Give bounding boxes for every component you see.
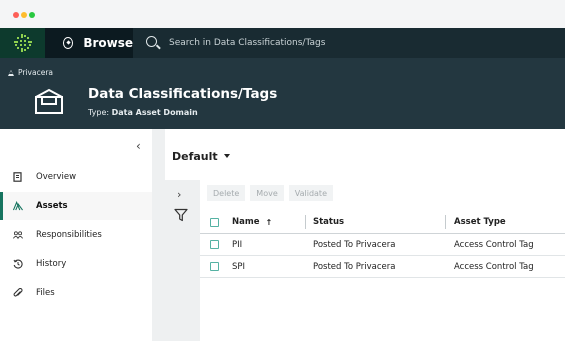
sidebar-item-responsibilities[interactable]: Responsibilities [0,221,152,249]
sidebar-item-label: Assets [36,201,68,211]
minimize-window-dot[interactable] [21,12,27,18]
people-icon [13,230,23,240]
column-header-status[interactable]: Status [313,211,344,233]
app-logo[interactable] [0,28,45,58]
assets-icon [13,201,23,211]
breadcrumb-label: Privacera [18,68,54,77]
type-label: Type: [88,108,110,117]
sidebar-item-label: History [36,259,67,269]
expand-panel-icon[interactable]: › [177,188,181,201]
top-navigation-bar: Browse [0,28,565,58]
logo-icon [13,34,32,52]
content-gutter [152,129,165,341]
cell-name[interactable]: SPI [232,256,245,277]
row-checkbox[interactable] [210,240,219,249]
column-divider[interactable] [445,215,446,229]
filter-icon[interactable] [174,208,188,222]
table-header: Name ↑ Status Asset Type [200,211,565,234]
table-side-panel [165,180,200,341]
sidebar-item-overview[interactable]: Overview [0,163,152,191]
table-row[interactable]: PII Posted To Privacera Access Control T… [200,234,565,256]
close-window-dot[interactable] [13,12,19,18]
table-row[interactable]: SPI Posted To Privacera Access Control T… [200,256,565,278]
validate-button[interactable]: Validate [288,185,333,201]
column-header-asset-type[interactable]: Asset Type [454,211,506,233]
document-icon [13,172,23,182]
view-selector-value: Default [172,149,218,163]
sidebar: ‹ Overview Assets Responsibilities Histo… [0,129,152,341]
sidebar-item-files[interactable]: Files [0,279,152,307]
privacera-icon [8,69,14,76]
breadcrumb[interactable]: Privacera [8,68,53,77]
view-selector-dropdown[interactable]: Default [172,146,230,166]
page-title: Data Classifications/Tags [88,86,278,102]
search-input[interactable] [169,33,549,53]
cell-status: Posted To Privacera [313,239,396,250]
sidebar-item-label: Responsibilities [36,230,102,240]
select-all-checkbox[interactable] [210,218,219,227]
move-button[interactable]: Move [250,185,284,201]
sidebar-item-history[interactable]: History [0,250,152,278]
compass-icon [63,37,74,49]
window-chrome [0,0,565,28]
asset-type-line: Type: Data Asset Domain [88,108,198,117]
cell-asset-type: Access Control Tag [454,239,534,250]
type-value: Data Asset Domain [111,108,198,117]
history-icon [13,259,23,269]
column-divider[interactable] [305,215,306,229]
caret-down-icon [223,154,230,158]
collapse-sidebar-icon[interactable]: ‹ [136,139,141,153]
maximize-window-dot[interactable] [29,12,35,18]
sidebar-item-label: Files [36,288,55,298]
delete-button[interactable]: Delete [207,185,246,201]
cell-status: Posted To Privacera [313,261,396,272]
sort-ascending-icon: ↑ [265,217,273,227]
sidebar-item-label: Overview [36,172,77,182]
row-checkbox[interactable] [210,262,219,271]
cell-name[interactable]: PII [232,234,242,255]
search-icon[interactable] [146,36,157,47]
cell-asset-type: Access Control Tag [454,261,534,272]
domain-icon [35,88,63,114]
column-header-name[interactable]: Name ↑ [232,211,272,233]
browse-label: Browse [83,36,133,50]
paperclip-icon [13,288,23,298]
sidebar-item-assets[interactable]: Assets [0,192,152,220]
page-header: Privacera Data Classifications/Tags Type… [0,58,565,129]
table-toolbar: Delete Move Validate [207,185,333,201]
browse-button[interactable]: Browse [45,28,133,58]
